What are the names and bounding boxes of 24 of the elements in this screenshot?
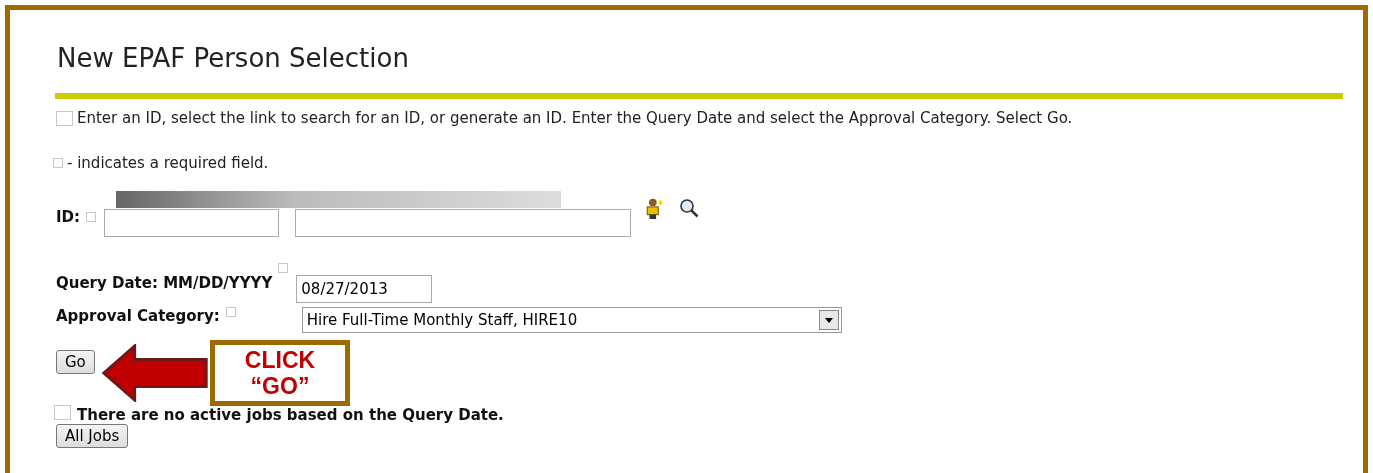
message-text: There are no active jobs based on the Query Date. bbox=[77, 406, 504, 424]
field-label: Query Date: MM/DD/YYYY bbox=[56, 274, 273, 292]
go-button[interactable]: Go bbox=[56, 350, 95, 374]
field-label: Approval Category: bbox=[56, 307, 220, 325]
search-icon[interactable] bbox=[679, 197, 700, 219]
required-icon bbox=[225, 307, 236, 317]
required-icon bbox=[53, 158, 63, 168]
required-icon bbox=[278, 263, 289, 273]
callout-text: “GO” bbox=[250, 373, 310, 400]
field-label: ID: bbox=[56, 208, 81, 226]
instructions-text: Enter an ID, select the link to search for an ID, or generate an ID. Enter the Query Date and select the Approval Category. Select Go. bbox=[77, 109, 1073, 127]
arrow-icon bbox=[100, 344, 210, 402]
required-note: - indicates a required field. bbox=[67, 154, 269, 172]
name-field[interactable] bbox=[295, 209, 632, 237]
date-field[interactable]: 08/27/2013 bbox=[296, 275, 433, 303]
info-icon bbox=[54, 404, 71, 420]
all-jobs-button[interactable]: All Jobs bbox=[56, 424, 129, 448]
category-dropdown[interactable]: Hire Full-Time Monthly Staff, HIRE10 bbox=[301, 307, 842, 333]
id-field[interactable] bbox=[104, 209, 280, 237]
page-title: New EPAF Person Selection bbox=[57, 43, 410, 73]
required-icon bbox=[86, 212, 97, 222]
person-icon[interactable] bbox=[645, 197, 666, 219]
callout-text: CLICK bbox=[244, 346, 316, 373]
info-icon bbox=[56, 110, 73, 126]
